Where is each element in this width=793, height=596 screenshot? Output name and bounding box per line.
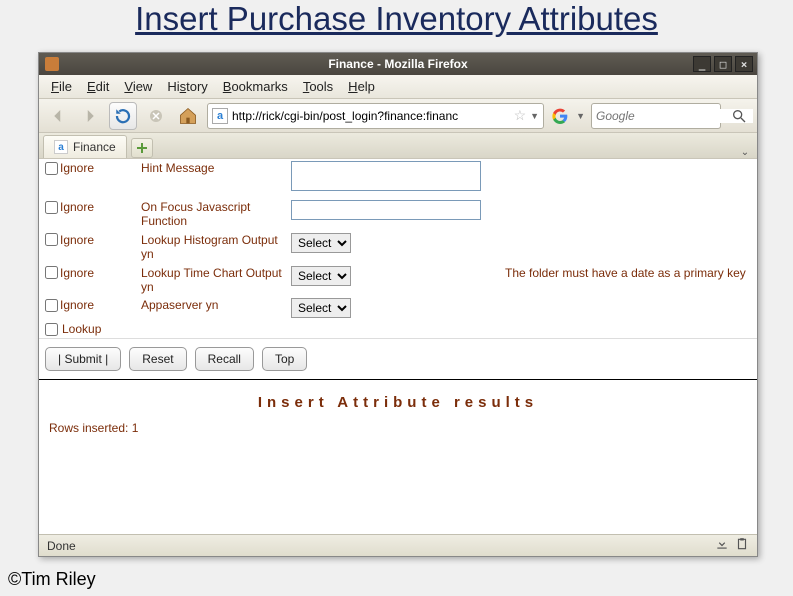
ignore-label: Ignore bbox=[60, 161, 94, 175]
lookup-label: Lookup bbox=[62, 322, 101, 336]
search-go-button[interactable] bbox=[727, 104, 751, 128]
rows-inserted-text: Rows inserted: 1 bbox=[39, 421, 757, 445]
select-timechart-yn[interactable]: Select bbox=[291, 266, 351, 286]
slide-title: Insert Purchase Inventory Attributes bbox=[0, 0, 793, 38]
input-onfocus-js[interactable] bbox=[291, 200, 481, 220]
maximize-button[interactable]: □ bbox=[714, 56, 732, 72]
select-histogram-yn[interactable]: Select bbox=[291, 233, 351, 253]
ignore-checkbox-3[interactable] bbox=[45, 266, 58, 279]
submit-button[interactable]: | Submit | bbox=[45, 347, 121, 371]
ignore-checkbox-1[interactable] bbox=[45, 201, 58, 214]
ignore-checkbox-0[interactable] bbox=[45, 162, 58, 175]
url-input[interactable] bbox=[232, 109, 510, 123]
tab-favicon-icon: a bbox=[54, 140, 68, 154]
copyright-text: ©Tim Riley bbox=[8, 569, 96, 590]
ignore-label: Ignore bbox=[60, 266, 94, 280]
menu-view[interactable]: View bbox=[118, 77, 158, 96]
field-label-histogram: Lookup Histogram Output yn bbox=[137, 231, 289, 264]
tab-bar: a Finance ⌄ bbox=[39, 133, 757, 159]
bookmark-star-icon[interactable]: ☆ bbox=[514, 107, 527, 124]
status-text: Done bbox=[47, 539, 76, 553]
tab-list-dropdown-icon[interactable]: ⌄ bbox=[739, 147, 757, 158]
back-button[interactable] bbox=[45, 103, 71, 129]
ignore-checkbox-2[interactable] bbox=[45, 233, 58, 246]
reset-button[interactable]: Reset bbox=[129, 347, 186, 371]
menu-tools[interactable]: Tools bbox=[297, 77, 339, 96]
app-icon bbox=[45, 57, 59, 71]
forward-button[interactable] bbox=[77, 103, 103, 129]
window-titlebar: Finance - Mozilla Firefox _ □ × bbox=[39, 53, 757, 75]
reload-button[interactable] bbox=[109, 102, 137, 130]
field-label-appaserver: Appaserver yn bbox=[137, 296, 289, 314]
page-content: Ignore Hint Message Ignore On Focus Java… bbox=[39, 159, 757, 534]
navbar: a ☆ ▼ ▼ bbox=[39, 99, 757, 133]
top-button[interactable]: Top bbox=[262, 347, 307, 371]
home-button[interactable] bbox=[175, 103, 201, 129]
site-favicon-icon: a bbox=[212, 108, 228, 124]
menu-bookmarks[interactable]: Bookmarks bbox=[217, 77, 294, 96]
field-note-timechart: The folder must have a date as a primary… bbox=[499, 264, 757, 282]
ignore-label: Ignore bbox=[60, 200, 94, 214]
field-label-hint-message: Hint Message bbox=[137, 159, 289, 177]
results-heading: Insert Attribute results bbox=[39, 380, 757, 421]
menu-edit[interactable]: Edit bbox=[81, 77, 115, 96]
ignore-label: Ignore bbox=[60, 233, 94, 247]
recall-button[interactable]: Recall bbox=[195, 347, 254, 371]
new-tab-button[interactable] bbox=[131, 138, 153, 158]
menubar: File Edit View History Bookmarks Tools H… bbox=[39, 75, 757, 99]
status-bar: Done bbox=[39, 534, 757, 556]
field-label-onfocus: On Focus Javascript Function bbox=[137, 198, 289, 231]
search-engine-dropdown-icon[interactable]: ▼ bbox=[576, 111, 585, 121]
browser-window: Finance - Mozilla Firefox _ □ × File Edi… bbox=[38, 52, 758, 557]
field-label-timechart: Lookup Time Chart Output yn bbox=[137, 264, 289, 297]
lookup-checkbox[interactable] bbox=[45, 323, 58, 336]
tab-label: Finance bbox=[73, 140, 116, 154]
select-appaserver-yn[interactable]: Select bbox=[291, 298, 351, 318]
close-button[interactable]: × bbox=[735, 56, 753, 72]
stop-button[interactable] bbox=[143, 103, 169, 129]
window-title: Finance - Mozilla Firefox bbox=[328, 57, 467, 71]
menu-file[interactable]: File bbox=[45, 77, 78, 96]
menu-help[interactable]: Help bbox=[342, 77, 381, 96]
minimize-button[interactable]: _ bbox=[693, 56, 711, 72]
url-bar[interactable]: a ☆ ▼ bbox=[207, 103, 544, 129]
ignore-label: Ignore bbox=[60, 298, 94, 312]
ignore-checkbox-4[interactable] bbox=[45, 299, 58, 312]
download-icon[interactable] bbox=[715, 537, 729, 554]
input-hint-message[interactable] bbox=[291, 161, 481, 191]
clipboard-icon[interactable] bbox=[735, 537, 749, 554]
search-bar[interactable] bbox=[591, 103, 721, 129]
url-dropdown-icon[interactable]: ▼ bbox=[530, 111, 539, 121]
tab-finance[interactable]: a Finance bbox=[43, 135, 127, 158]
menu-history[interactable]: History bbox=[161, 77, 213, 96]
search-engine-icon[interactable] bbox=[550, 106, 570, 126]
